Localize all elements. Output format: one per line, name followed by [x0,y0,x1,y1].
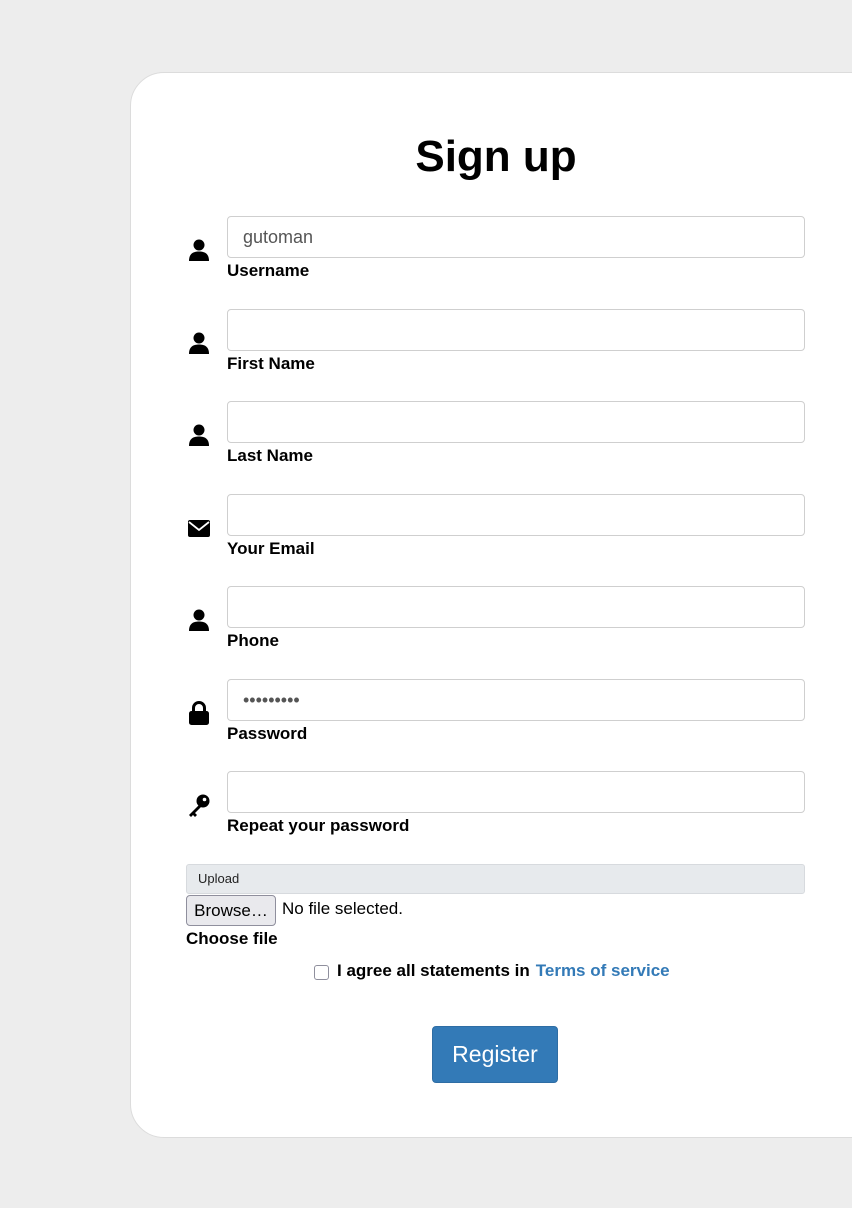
password-input[interactable] [227,679,805,721]
phone-input[interactable] [227,586,805,628]
password-group: Password [187,679,807,749]
username-input[interactable] [227,216,805,258]
username-label: Username [227,261,310,280]
repeat-password-input[interactable] [227,771,805,813]
key-icon [187,793,211,817]
phone-group: Phone [187,586,807,656]
first-name-group: First Name [187,309,807,379]
terms-of-service-link[interactable]: Terms of service [536,961,670,981]
envelope-icon [187,516,211,540]
last-name-label: Last Name [227,446,313,465]
signup-card: Sign up Username First Name Last Name Yo… [130,72,852,1138]
agree-row: I agree all statements in Terms of servi… [314,959,670,983]
last-name-group: Last Name [187,401,807,471]
agree-text: I agree all statements in [337,961,530,980]
repeat-password-group: Repeat your password [187,771,807,841]
page-title: Sign up [415,132,577,181]
email-input[interactable] [227,494,805,536]
user-icon [187,238,211,262]
user-icon [187,608,211,632]
user-icon [187,423,211,447]
first-name-label: First Name [227,354,315,373]
username-group: Username [187,216,807,286]
upload-bar: Upload [186,864,805,894]
password-label: Password [227,724,308,743]
phone-label: Phone [227,631,279,650]
agree-checkbox[interactable] [314,964,329,980]
user-icon [187,331,211,355]
email-group: Your Email [187,494,807,564]
lock-icon [187,701,211,725]
register-button[interactable]: Register [432,1026,558,1083]
repeat-password-label: Repeat your password [227,816,410,835]
browse-button[interactable]: Browse… [186,895,276,926]
email-label: Your Email [227,539,315,558]
choose-file-label: Choose file [186,929,278,948]
file-status: No file selected. [282,899,403,918]
first-name-input[interactable] [227,309,805,351]
last-name-input[interactable] [227,401,805,443]
